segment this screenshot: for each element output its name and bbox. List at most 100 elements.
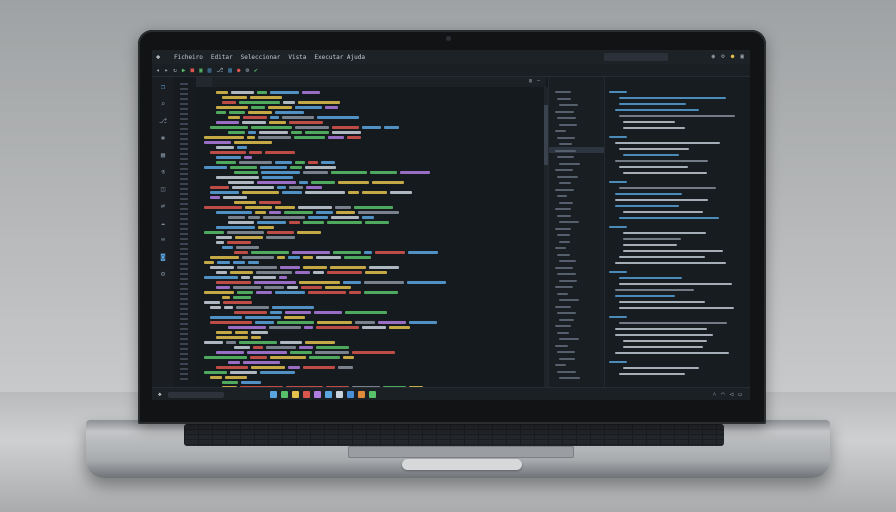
explorer-item[interactable] (557, 312, 576, 314)
explorer-item[interactable] (557, 234, 570, 236)
explorer-item[interactable] (557, 136, 575, 139)
command-search-box[interactable] (604, 53, 668, 61)
explorer-item[interactable] (557, 97, 571, 100)
taskbar-search[interactable] (167, 391, 224, 398)
explorer-item[interactable] (555, 305, 571, 308)
taskbar-app-icon[interactable] (324, 391, 332, 398)
explorer-item[interactable] (555, 325, 571, 327)
layout-icon[interactable]: ▣ (740, 53, 744, 60)
menu-item[interactable]: Editar (211, 54, 233, 61)
menu-item[interactable]: Executar Ajuda (314, 54, 365, 61)
git-icon[interactable]: ⎇ (159, 117, 167, 125)
theme-icon[interactable]: ● (731, 53, 735, 60)
explorer-item[interactable] (555, 130, 566, 132)
explorer-item[interactable] (557, 351, 575, 353)
docker-icon[interactable]: ◫ (161, 185, 165, 193)
account-icon[interactable]: ◉ (712, 53, 716, 60)
debug-icon[interactable]: ✱ (161, 134, 165, 142)
taskbar-app-icon[interactable] (346, 391, 354, 398)
explorer-item[interactable] (555, 266, 573, 269)
explorer-item[interactable] (557, 273, 576, 275)
breakpoint-icon[interactable]: ● (237, 67, 241, 74)
explorer-item[interactable] (555, 169, 573, 171)
remote-icon[interactable]: ⇄ (161, 202, 165, 210)
explorer-item[interactable] (557, 195, 567, 197)
extensions-icon[interactable]: ▦ (161, 151, 165, 159)
menu-item[interactable]: Vista (288, 54, 306, 61)
files-icon[interactable]: ❐ (161, 83, 165, 91)
explorer-item[interactable] (559, 143, 572, 145)
forward-icon[interactable]: ▸ (165, 67, 169, 74)
explorer-item[interactable] (557, 214, 571, 217)
explorer-item[interactable] (555, 364, 566, 366)
explorer-item[interactable] (559, 357, 575, 360)
menu-item[interactable]: Ficheiro (174, 54, 203, 61)
database-icon[interactable]: ◙ (161, 253, 165, 261)
search-icon[interactable]: ⌕ (161, 100, 165, 108)
explorer-item[interactable] (559, 240, 570, 243)
explorer-item[interactable] (559, 104, 578, 106)
explorer-item[interactable] (555, 208, 571, 210)
explorer-item[interactable] (559, 279, 577, 282)
explorer-item[interactable] (555, 91, 571, 93)
terminal-icon[interactable]: ⌨ (161, 236, 165, 244)
cloud-icon[interactable]: ☁ (161, 219, 165, 227)
chevron-up-icon[interactable]: ˄ (713, 391, 716, 398)
stop-icon[interactable]: ■ (191, 67, 195, 74)
build-icon[interactable]: ▤ (208, 67, 212, 74)
explorer-item[interactable] (557, 175, 578, 178)
explorer-item[interactable] (559, 162, 580, 165)
taskbar-app-icon[interactable] (313, 391, 321, 398)
taskbar-app-icon[interactable] (280, 391, 288, 398)
explorer-item[interactable] (557, 253, 570, 256)
explorer-item[interactable] (559, 221, 579, 223)
more-icon[interactable]: ⋯ (537, 78, 540, 84)
explorer-item[interactable] (559, 299, 579, 301)
app-logo-icon[interactable]: ❖ (156, 53, 166, 61)
taskbar-app-icon[interactable] (335, 391, 343, 398)
volume-icon[interactable]: ◁ (730, 391, 734, 398)
menu-item[interactable]: Seleccionar (241, 54, 281, 61)
explorer-item[interactable] (555, 188, 574, 191)
explorer-item[interactable] (555, 286, 573, 288)
explorer-item[interactable] (557, 292, 568, 295)
taskbar-app-icon[interactable] (368, 391, 376, 398)
test-icon[interactable]: ⚗ (161, 168, 165, 176)
explorer-item[interactable] (557, 117, 576, 119)
explorer-item[interactable] (555, 227, 571, 230)
explorer-item[interactable] (555, 247, 566, 249)
battery-icon[interactable]: ▭ (738, 391, 742, 398)
debug-icon[interactable]: ▣ (199, 67, 203, 74)
split-editor-icon[interactable]: ▥ (529, 78, 532, 84)
run-icon[interactable]: ▶ (182, 67, 186, 74)
branch-icon[interactable]: ⎇ (216, 67, 223, 74)
explorer-item[interactable] (559, 260, 576, 262)
editor-tab[interactable] (196, 77, 212, 87)
explorer-item[interactable] (559, 182, 571, 184)
check-icon[interactable]: ✔ (254, 67, 258, 74)
refresh-icon[interactable]: ↻ (173, 67, 177, 74)
tools-icon[interactable]: ⚙ (246, 67, 250, 74)
taskbar-app-icon[interactable] (357, 391, 365, 398)
explorer-item[interactable] (555, 149, 576, 152)
explorer-item[interactable] (555, 110, 574, 113)
taskbar-app-icon[interactable] (291, 391, 299, 398)
code-editor[interactable] (196, 87, 544, 387)
explorer-item[interactable] (559, 318, 574, 321)
explorer-item[interactable] (557, 331, 569, 334)
back-icon[interactable]: ◂ (156, 67, 160, 74)
settings-icon[interactable]: ⚙ (721, 53, 725, 60)
explorer-item[interactable] (559, 338, 579, 340)
explorer-item[interactable] (559, 377, 580, 379)
start-icon[interactable]: ❖ (158, 391, 162, 398)
explorer-item[interactable] (557, 156, 574, 158)
wifi-icon[interactable]: ◠ (721, 391, 725, 398)
explorer-item[interactable] (559, 123, 577, 126)
explorer-item[interactable] (559, 201, 573, 204)
explorer-item[interactable] (555, 344, 568, 347)
split-icon[interactable]: ▥ (228, 67, 232, 74)
explorer-item[interactable] (557, 370, 576, 373)
settings-icon[interactable]: ⚙ (161, 270, 165, 278)
taskbar-app-icon[interactable] (302, 391, 310, 398)
taskbar-app-icon[interactable] (269, 391, 277, 398)
